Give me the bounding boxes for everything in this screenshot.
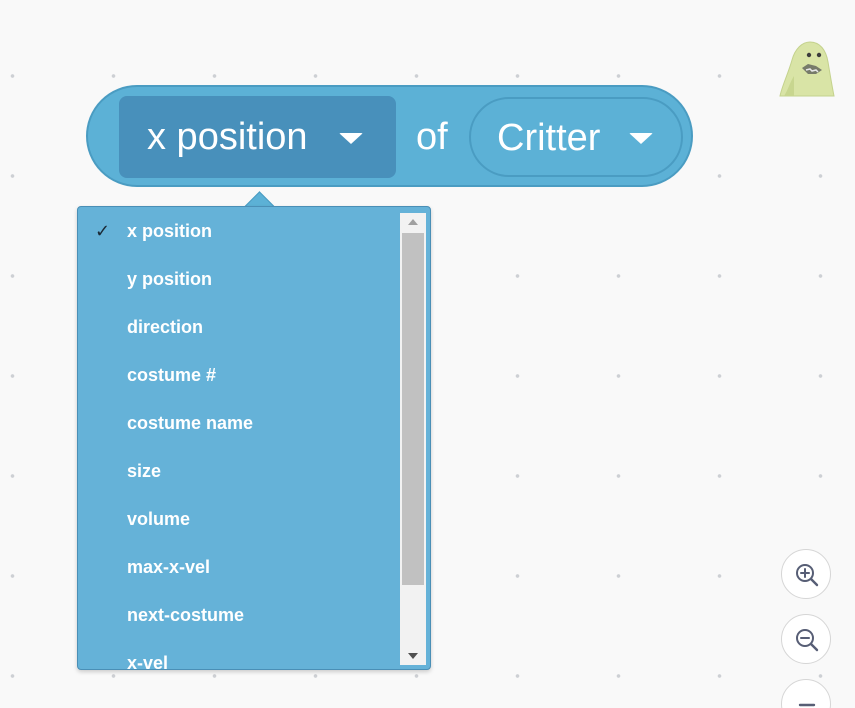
menu-item-y-position[interactable]: y position	[78, 256, 400, 304]
menu-item-x-position[interactable]: ✓ x position	[78, 208, 400, 256]
chevron-down-icon	[629, 133, 653, 144]
menu-item-x-vel[interactable]: x-vel	[78, 640, 400, 669]
zoom-in-button[interactable]	[781, 549, 831, 599]
scrollbar-thumb[interactable]	[402, 233, 424, 585]
sprite-dropdown[interactable]: Critter	[469, 97, 683, 177]
sprite-dropdown-label: Critter	[497, 117, 601, 159]
zoom-out-icon	[796, 629, 819, 652]
sensing-of-block[interactable]: x position of Critter	[86, 85, 693, 187]
menu-item-costume-name[interactable]: costume name	[78, 400, 400, 448]
zoom-out-button[interactable]	[781, 614, 831, 664]
menu-list: ✓ x position y position direction costum…	[78, 207, 400, 669]
menu-item-costume-number[interactable]: costume #	[78, 352, 400, 400]
zoom-reset-button[interactable]	[781, 679, 831, 708]
chevron-down-icon	[339, 133, 363, 144]
scroll-up-arrow-icon[interactable]	[400, 213, 426, 231]
menu-item-label: size	[127, 461, 162, 481]
menu-scrollbar[interactable]	[400, 213, 426, 665]
checkmark-icon: ✓	[95, 221, 111, 241]
menu-item-label: max-x-vel	[127, 557, 211, 577]
menu-item-label: costume #	[127, 365, 217, 385]
menu-item-label: x position	[127, 221, 212, 241]
menu-item-direction[interactable]: direction	[78, 304, 400, 352]
menu-item-label: costume name	[127, 413, 254, 433]
property-dropdown[interactable]: x position	[119, 96, 396, 178]
property-dropdown-label: x position	[147, 115, 308, 158]
scroll-down-arrow-icon[interactable]	[400, 647, 426, 665]
zoom-reset-icon	[798, 703, 816, 707]
menu-item-label: y position	[127, 269, 212, 289]
menu-item-size[interactable]: size	[78, 448, 400, 496]
property-dropdown-menu[interactable]: ✓ x position y position direction costum…	[77, 206, 431, 670]
of-label: of	[416, 116, 448, 158]
zoom-in-icon	[796, 564, 819, 587]
menu-item-label: direction	[127, 317, 204, 337]
menu-item-volume[interactable]: volume	[78, 496, 400, 544]
sprite-thumbnail	[776, 40, 836, 98]
menu-item-label: x-vel	[127, 653, 169, 669]
menu-item-max-x-vel[interactable]: max-x-vel	[78, 544, 400, 592]
code-workspace[interactable]: x position of Critter ✓ x position y pos…	[0, 0, 855, 708]
menu-item-next-costume[interactable]: next-costume	[78, 592, 400, 640]
menu-item-label: next-costume	[127, 605, 245, 625]
menu-item-label: volume	[127, 509, 191, 529]
